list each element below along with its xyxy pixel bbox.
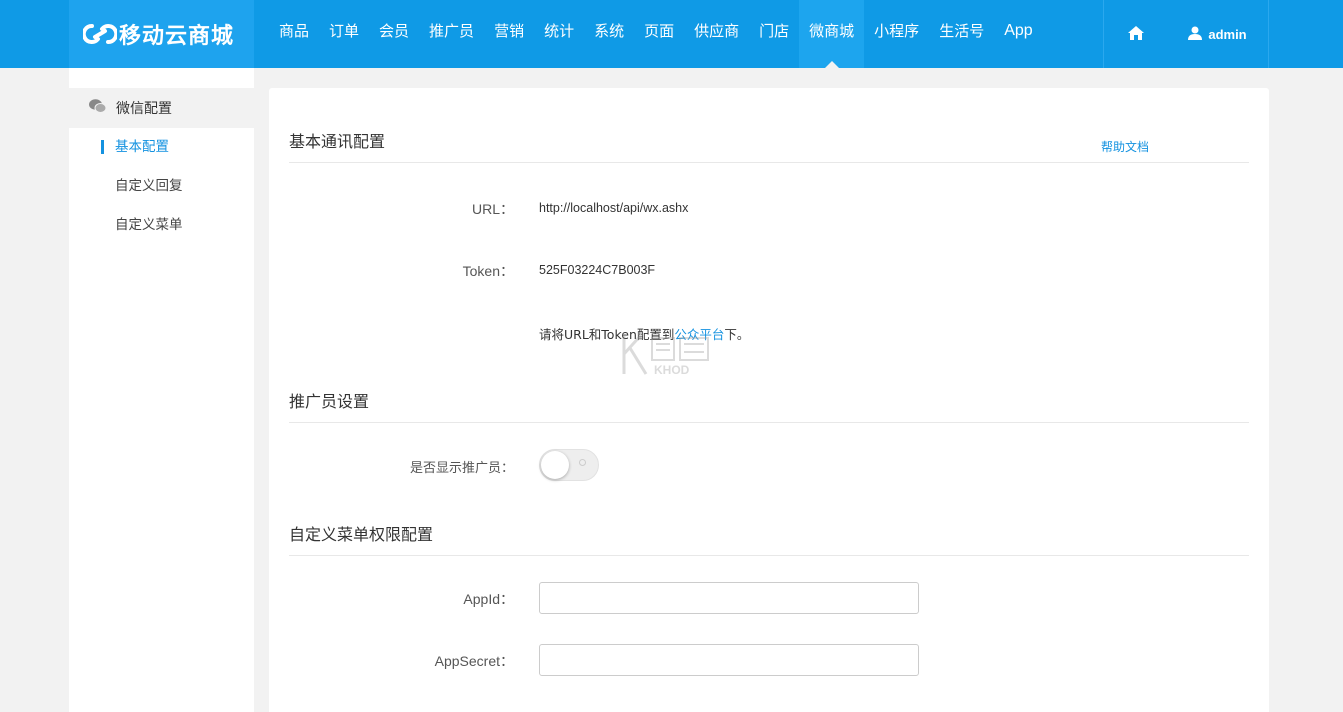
watermark-text: KHOD [654, 363, 690, 377]
nav-item-label: 系统 [594, 22, 625, 40]
user-icon [1188, 26, 1203, 43]
nav-item-label: 小程序 [874, 22, 920, 40]
nav-item-pages[interactable]: 页面 [634, 0, 684, 68]
nav-item-goods[interactable]: 商品 [269, 0, 319, 68]
nav-item-system[interactable]: 系统 [584, 0, 634, 68]
url-value: http://localhost/api/wx.ashx [539, 201, 689, 215]
sidebar-item-custom-reply[interactable]: 自定义回复 [69, 167, 254, 206]
logo-icon [83, 22, 117, 46]
nav-item-micro-mall[interactable]: 微商城 [799, 0, 865, 68]
nav-item-label: 会员 [379, 22, 410, 40]
sidebar-item-basic-config[interactable]: 基本配置 [69, 128, 254, 167]
section-title: 推广员设置 [289, 392, 370, 411]
sidebar-item-custom-menu[interactable]: 自定义菜单 [69, 206, 254, 245]
token-label: Token： [462, 263, 514, 279]
help-docs-link[interactable]: 帮助文档 [1101, 138, 1149, 155]
watermark-logo: KHOD [620, 330, 720, 381]
appid-input[interactable] [539, 582, 919, 614]
username: admin [1208, 26, 1247, 42]
sidebar-item-label: 自定义回复 [115, 178, 183, 194]
show-promoter-label: 是否显示推广员： [409, 461, 514, 476]
main-panel: 基本通讯配置 帮助文档 URL： http://localhost/api/wx… [269, 88, 1269, 712]
nav-item-app[interactable]: App [994, 0, 1042, 68]
wechat-icon [89, 99, 107, 117]
main-nav: 商品 订单 会员 推广员 营销 统计 系统 页面 供应商 门店 微商城 小程序 … [269, 0, 1043, 68]
nav-item-marketing[interactable]: 营销 [484, 0, 534, 68]
sidebar-group-wechat-config[interactable]: 微信配置 [69, 88, 254, 128]
nav-item-orders[interactable]: 订单 [319, 0, 369, 68]
nav-item-label: 生活号 [939, 22, 985, 40]
appsecret-label: AppSecret： [434, 653, 514, 669]
nav-item-life-account[interactable]: 生活号 [929, 0, 994, 68]
nav-item-label: 门店 [759, 22, 790, 40]
section-title: 自定义菜单权限配置 [289, 525, 434, 544]
nav-item-members[interactable]: 会员 [369, 0, 419, 68]
nav-item-label: 推广员 [429, 22, 475, 40]
logo-text: 移动云商城 [119, 24, 235, 49]
sidebar-group-label: 微信配置 [116, 101, 172, 117]
toggle-knob [541, 451, 569, 479]
nav-item-label: App [1004, 22, 1033, 39]
nav-item-label: 统计 [544, 22, 575, 40]
sidebar-item-label: 自定义菜单 [115, 217, 183, 233]
home-button[interactable] [1103, 0, 1167, 68]
show-promoter-toggle[interactable] [539, 449, 599, 481]
appsecret-input[interactable] [539, 644, 919, 676]
nav-item-stores[interactable]: 门店 [749, 0, 799, 68]
nav-item-label: 营销 [494, 22, 525, 40]
note-suffix: 下。 [724, 327, 750, 342]
nav-item-mini-program[interactable]: 小程序 [864, 0, 929, 68]
nav-item-label: 页面 [644, 22, 675, 40]
sidebar: 微信配置 基本配置 自定义回复 自定义菜单 [69, 68, 254, 712]
section-basic-communication: 基本通讯配置 帮助文档 [289, 128, 1249, 163]
logo[interactable]: 移动云商城 [69, 0, 254, 68]
nav-item-label: 商品 [279, 22, 310, 40]
active-caret-icon [824, 61, 839, 68]
user-menu[interactable]: admin [1167, 0, 1269, 68]
sidebar-item-label: 基本配置 [115, 139, 169, 155]
appid-label: AppId： [463, 591, 514, 607]
nav-item-statistics[interactable]: 统计 [534, 0, 584, 68]
section-title: 基本通讯配置 [289, 132, 386, 151]
nav-item-label: 供应商 [694, 22, 740, 40]
nav-item-promoters[interactable]: 推广员 [419, 0, 484, 68]
toggle-off-icon [579, 459, 586, 466]
token-value: 525F03224C7B003F [539, 263, 656, 277]
nav-item-label: 微商城 [809, 22, 855, 40]
top-navbar: 移动云商城 商品 订单 会员 推广员 营销 统计 系统 页面 供应商 门店 微商… [0, 0, 1343, 68]
home-icon [1127, 25, 1144, 43]
url-label: URL： [471, 201, 514, 217]
section-menu-permission: 自定义菜单权限配置 [289, 521, 1249, 556]
nav-item-suppliers[interactable]: 供应商 [684, 0, 749, 68]
section-promoter-settings: 推广员设置 [289, 388, 1249, 423]
nav-item-label: 订单 [329, 22, 360, 40]
